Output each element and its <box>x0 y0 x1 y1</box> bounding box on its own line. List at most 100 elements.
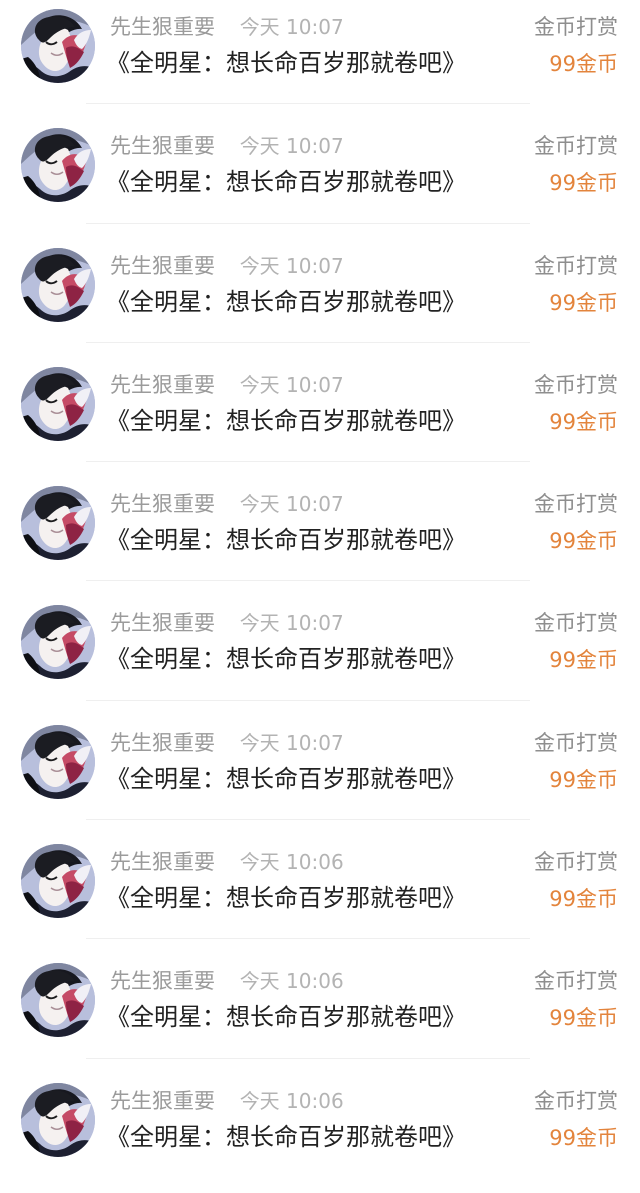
avatar-portrait-icon <box>21 844 95 919</box>
reward-list-item[interactable]: 先生狠重要 今天 10:07 《全明星：想长命百岁那就卷吧》 金币打赏 99金币 <box>0 0 640 119</box>
avatar-portrait-icon <box>21 366 95 441</box>
user-name[interactable]: 先生狠重要 <box>110 1086 215 1116</box>
user-meta: 先生狠重要 今天 10:07 <box>110 370 344 400</box>
avatar-portrait-icon <box>21 247 95 322</box>
gift-type: 金币打赏 <box>534 1088 618 1113</box>
gift-type: 金币打赏 <box>534 134 618 159</box>
gift-amount: 99金币 <box>549 171 618 196</box>
user-name[interactable]: 先生狠重要 <box>110 370 215 400</box>
gift-type: 金币打赏 <box>534 15 618 39</box>
user-avatar[interactable] <box>21 1082 95 1157</box>
user-avatar[interactable] <box>21 605 95 680</box>
user-name[interactable]: 先生狠重要 <box>110 728 215 758</box>
reward-list-item[interactable]: 先生狠重要 今天 10:06 《全明星：想长命百岁那就卷吧》 金币打赏 99金币 <box>0 1074 640 1193</box>
reward-list-item[interactable]: 先生狠重要 今天 10:06 《全明星：想长命百岁那就卷吧》 金币打赏 99金币 <box>0 954 640 1073</box>
post-time: 今天 10:07 <box>239 730 344 755</box>
post-time: 今天 10:07 <box>239 372 344 397</box>
user-meta: 先生狠重要 今天 10:07 <box>110 251 344 281</box>
user-name[interactable]: 先生狠重要 <box>110 608 215 638</box>
post-time: 今天 10:06 <box>239 850 344 875</box>
book-title[interactable]: 《全明星：想长命百岁那就卷吧》 <box>106 163 466 201</box>
book-title[interactable]: 《全明星：想长命百岁那就卷吧》 <box>106 879 466 917</box>
post-time: 今天 10:07 <box>239 611 344 636</box>
divider <box>86 580 530 582</box>
reward-list-item[interactable]: 先生狠重要 今天 10:07 《全明星：想长命百岁那就卷吧》 金币打赏 99金币 <box>0 358 640 477</box>
reward-list-item[interactable]: 先生狠重要 今天 10:06 《全明星：想长命百岁那就卷吧》 金币打赏 99金币 <box>0 835 640 954</box>
book-title[interactable]: 《全明星：想长命百岁那就卷吧》 <box>106 760 466 798</box>
user-name[interactable]: 先生狠重要 <box>110 847 215 877</box>
gift-type: 金币打赏 <box>534 850 618 875</box>
book-title[interactable]: 《全明星：想长命百岁那就卷吧》 <box>106 1118 466 1156</box>
gift-amount: 99金币 <box>549 52 618 76</box>
avatar-portrait-icon <box>21 724 95 799</box>
reward-list-item[interactable]: 先生狠重要 今天 10:07 《全明星：想长命百岁那就卷吧》 金币打赏 99金币 <box>0 596 640 715</box>
gift-amount: 99金币 <box>549 1006 618 1031</box>
user-avatar[interactable] <box>21 128 95 203</box>
divider <box>86 461 530 463</box>
gift-amount: 99金币 <box>549 290 618 315</box>
user-meta: 先生狠重要 今天 10:07 <box>110 608 344 638</box>
user-avatar[interactable] <box>21 486 95 561</box>
gift-amount: 99金币 <box>549 529 618 554</box>
reward-list: 先生狠重要 今天 10:07 《全明星：想长命百岁那就卷吧》 金币打赏 99金币 <box>0 0 640 1193</box>
book-title[interactable]: 《全明星：想长命百岁那就卷吧》 <box>106 998 466 1036</box>
gift-type: 金币打赏 <box>534 969 618 994</box>
user-name[interactable]: 先生狠重要 <box>110 12 215 42</box>
reward-list-item[interactable]: 先生狠重要 今天 10:07 《全明星：想长命百岁那就卷吧》 金币打赏 99金币 <box>0 119 640 238</box>
avatar-portrait-icon <box>21 486 95 561</box>
gift-amount: 99金币 <box>549 648 618 673</box>
user-meta: 先生狠重要 今天 10:07 <box>110 489 344 519</box>
gift-amount: 99金币 <box>549 887 618 912</box>
gift-amount: 99金币 <box>549 1125 618 1150</box>
post-time: 今天 10:07 <box>239 492 344 517</box>
user-avatar[interactable] <box>21 247 95 322</box>
divider <box>86 103 530 105</box>
reward-list-item[interactable]: 先生狠重要 今天 10:07 《全明星：想长命百岁那就卷吧》 金币打赏 99金币 <box>0 716 640 835</box>
post-time: 今天 10:07 <box>239 253 344 278</box>
user-meta: 先生狠重要 今天 10:06 <box>110 847 344 877</box>
gift-type: 金币打赏 <box>534 730 618 755</box>
avatar-portrait-icon <box>21 1082 95 1157</box>
book-title[interactable]: 《全明星：想长命百岁那就卷吧》 <box>106 640 466 678</box>
divider <box>86 819 530 821</box>
reward-list-item[interactable]: 先生狠重要 今天 10:07 《全明星：想长命百岁那就卷吧》 金币打赏 99金币 <box>0 239 640 358</box>
user-name[interactable]: 先生狠重要 <box>110 489 215 519</box>
divider <box>86 1057 530 1059</box>
post-time: 今天 10:06 <box>239 969 344 994</box>
reward-list-item[interactable]: 先生狠重要 今天 10:07 《全明星：想长命百岁那就卷吧》 金币打赏 99金币 <box>0 477 640 596</box>
book-title[interactable]: 《全明星：想长命百岁那就卷吧》 <box>106 44 466 82</box>
divider <box>86 222 530 224</box>
divider <box>86 341 530 343</box>
gift-amount: 99金币 <box>549 767 618 792</box>
gift-type: 金币打赏 <box>534 253 618 278</box>
avatar-portrait-icon <box>21 963 95 1038</box>
book-title[interactable]: 《全明星：想长命百岁那就卷吧》 <box>106 283 466 321</box>
divider <box>86 699 530 701</box>
gift-amount: 99金币 <box>549 409 618 434</box>
gift-type: 金币打赏 <box>534 611 618 636</box>
post-time: 今天 10:07 <box>239 134 344 159</box>
user-name[interactable]: 先生狠重要 <box>110 251 215 281</box>
user-meta: 先生狠重要 今天 10:07 <box>110 131 344 161</box>
gift-type: 金币打赏 <box>534 492 618 517</box>
post-time: 今天 10:06 <box>239 1088 344 1113</box>
user-avatar[interactable] <box>21 9 95 83</box>
user-avatar[interactable] <box>21 844 95 919</box>
book-title[interactable]: 《全明星：想长命百岁那就卷吧》 <box>106 402 466 440</box>
divider <box>86 938 530 940</box>
post-time: 今天 10:07 <box>239 15 344 39</box>
gift-type: 金币打赏 <box>534 372 618 397</box>
user-name[interactable]: 先生狠重要 <box>110 131 215 161</box>
book-title[interactable]: 《全明星：想长命百岁那就卷吧》 <box>106 521 466 559</box>
avatar-portrait-icon <box>21 605 95 680</box>
user-avatar[interactable] <box>21 963 95 1038</box>
user-avatar[interactable] <box>21 724 95 799</box>
user-name[interactable]: 先生狠重要 <box>110 966 215 996</box>
user-meta: 先生狠重要 今天 10:07 <box>110 12 344 42</box>
user-avatar[interactable] <box>21 366 95 441</box>
user-meta: 先生狠重要 今天 10:06 <box>110 1086 344 1116</box>
user-meta: 先生狠重要 今天 10:06 <box>110 966 344 996</box>
user-meta: 先生狠重要 今天 10:07 <box>110 728 344 758</box>
avatar-portrait-icon <box>21 9 95 83</box>
avatar-portrait-icon <box>21 128 95 203</box>
